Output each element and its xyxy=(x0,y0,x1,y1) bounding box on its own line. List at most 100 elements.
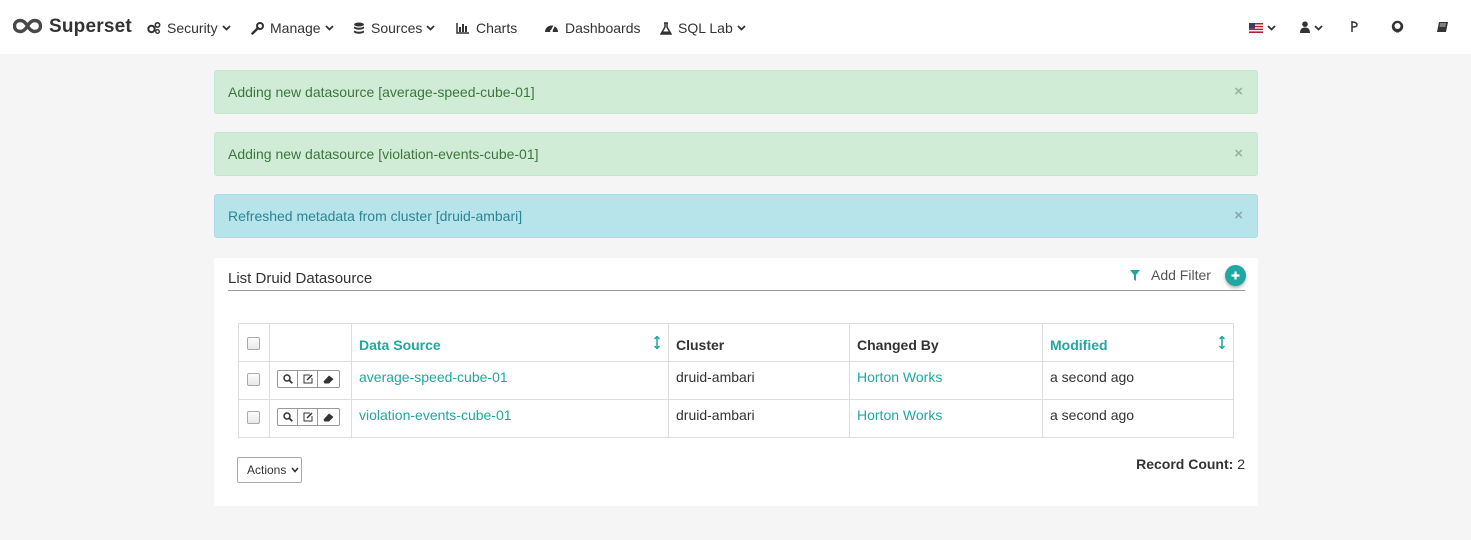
column-header-cluster[interactable]: Cluster xyxy=(668,323,850,362)
flask-icon xyxy=(660,21,672,35)
filter-icon xyxy=(1130,269,1140,281)
row-action-buttons xyxy=(277,370,340,388)
edit-record-button[interactable] xyxy=(298,371,318,387)
nav-charts[interactable]: Charts xyxy=(456,17,517,39)
table-row: average-speed-cube-01 druid-ambari Horto… xyxy=(238,361,1234,400)
sort-icon xyxy=(654,336,660,349)
modified-cell: a second ago xyxy=(1042,399,1234,438)
datasource-table: Data Source Cluster Changed By Modified xyxy=(238,323,1234,438)
nav-security-label: Security xyxy=(167,20,218,36)
alert-message: Adding new datasource [average-speed-cub… xyxy=(228,84,535,100)
chevron-down-icon xyxy=(426,25,435,31)
row-select-cell xyxy=(238,361,270,400)
alert-success-1: Adding new datasource [average-speed-cub… xyxy=(214,70,1258,114)
book-icon xyxy=(1436,20,1449,36)
nav-charts-label: Charts xyxy=(476,20,518,36)
divider xyxy=(228,290,1245,291)
actions-header xyxy=(269,323,352,362)
edit-icon xyxy=(303,374,313,384)
record-count-value: 2 xyxy=(1237,456,1245,472)
chevron-down-icon xyxy=(324,25,334,31)
modified-cell: a second ago xyxy=(1042,361,1234,400)
alert-message: Refreshed metadata from cluster [druid-a… xyxy=(228,208,523,224)
search-icon xyxy=(282,374,293,384)
list-panel: List Druid Datasource Add Filter Data So… xyxy=(214,258,1258,506)
superset-logo-icon xyxy=(12,18,43,37)
row-action-buttons xyxy=(277,408,340,426)
database-icon xyxy=(353,22,365,35)
search-icon xyxy=(282,412,293,422)
nav-manage-label: Manage xyxy=(270,20,321,36)
us-flag-icon xyxy=(1249,20,1263,36)
alert-message: Adding new datasource [violation-events-… xyxy=(228,146,539,162)
edit-record-button[interactable] xyxy=(298,409,318,425)
documentation-link[interactable] xyxy=(1436,17,1449,39)
add-record-button[interactable] xyxy=(1225,265,1246,286)
chevron-down-icon xyxy=(221,25,231,31)
record-count-label: Record Count: xyxy=(1136,456,1234,472)
alert-success-2: Adding new datasource [violation-events-… xyxy=(214,132,1258,176)
close-icon[interactable]: × xyxy=(1234,84,1243,100)
chevron-down-icon xyxy=(737,25,746,31)
column-header-datasource[interactable]: Data Source xyxy=(351,323,669,362)
datasource-link[interactable]: violation-events-cube-01 xyxy=(351,399,669,438)
table-row: violation-events-cube-01 druid-ambari Ho… xyxy=(238,399,1234,438)
cluster-cell: druid-ambari xyxy=(668,399,850,438)
delete-record-button[interactable] xyxy=(318,371,339,387)
show-record-button[interactable] xyxy=(278,409,298,425)
page-title: List Druid Datasource xyxy=(228,270,373,287)
version-icon xyxy=(1349,20,1359,36)
eraser-icon xyxy=(323,375,334,383)
chevron-down-icon xyxy=(291,467,299,473)
version-link[interactable] xyxy=(1349,17,1359,39)
row-actions-cell xyxy=(269,361,352,400)
alert-info: Refreshed metadata from cluster [druid-a… xyxy=(214,194,1258,238)
row-select-cell xyxy=(238,399,270,438)
select-all-checkbox[interactable] xyxy=(247,336,260,350)
row-actions-cell xyxy=(269,399,352,438)
delete-record-button[interactable] xyxy=(318,409,339,425)
chevron-down-icon xyxy=(1314,25,1323,31)
gears-icon xyxy=(147,22,161,34)
close-icon[interactable]: × xyxy=(1234,146,1243,162)
nav-security[interactable]: Security xyxy=(147,17,231,39)
user-icon xyxy=(1300,20,1310,36)
top-navbar: Superset Security Manage Sources Charts … xyxy=(0,0,1471,54)
show-record-button[interactable] xyxy=(278,371,298,387)
wrench-icon xyxy=(251,21,264,35)
eraser-icon xyxy=(323,413,334,421)
select-all-cell xyxy=(238,323,270,362)
row-checkbox[interactable] xyxy=(247,372,260,386)
record-count: Record Count: 2 xyxy=(1136,456,1245,472)
nav-dashboards-label: Dashboards xyxy=(565,20,641,36)
add-filter-label: Add Filter xyxy=(1151,267,1211,283)
language-menu[interactable] xyxy=(1249,17,1276,39)
plus-icon xyxy=(1231,271,1240,280)
nav-sql-lab[interactable]: SQL Lab xyxy=(660,17,746,39)
cluster-cell: druid-ambari xyxy=(668,361,850,400)
nav-sql-lab-label: SQL Lab xyxy=(678,20,733,36)
chevron-down-icon xyxy=(1267,25,1276,31)
column-header-changed-by[interactable]: Changed By xyxy=(849,323,1043,362)
nav-sources[interactable]: Sources xyxy=(353,17,435,39)
brand[interactable]: Superset xyxy=(12,14,132,40)
nav-dashboards[interactable]: Dashboards xyxy=(544,17,641,39)
add-filter-button[interactable]: Add Filter xyxy=(1130,267,1211,283)
user-menu[interactable] xyxy=(1300,17,1323,39)
nav-manage[interactable]: Manage xyxy=(251,17,334,39)
github-icon xyxy=(1391,20,1404,36)
datasource-link[interactable]: average-speed-cube-01 xyxy=(351,361,669,400)
close-icon[interactable]: × xyxy=(1234,208,1243,224)
row-checkbox[interactable] xyxy=(247,410,260,424)
brand-name: Superset xyxy=(49,16,132,37)
actions-dropdown[interactable]: Actions xyxy=(237,457,302,483)
dashboard-icon xyxy=(544,22,559,34)
edit-icon xyxy=(303,412,313,422)
bar-chart-icon xyxy=(456,22,470,34)
changed-by-link[interactable]: Horton Works xyxy=(849,399,1043,438)
github-link[interactable] xyxy=(1391,17,1404,39)
column-header-modified[interactable]: Modified xyxy=(1042,323,1234,362)
actions-label: Actions xyxy=(247,463,287,477)
changed-by-link[interactable]: Horton Works xyxy=(849,361,1043,400)
sort-icon xyxy=(1219,336,1225,349)
